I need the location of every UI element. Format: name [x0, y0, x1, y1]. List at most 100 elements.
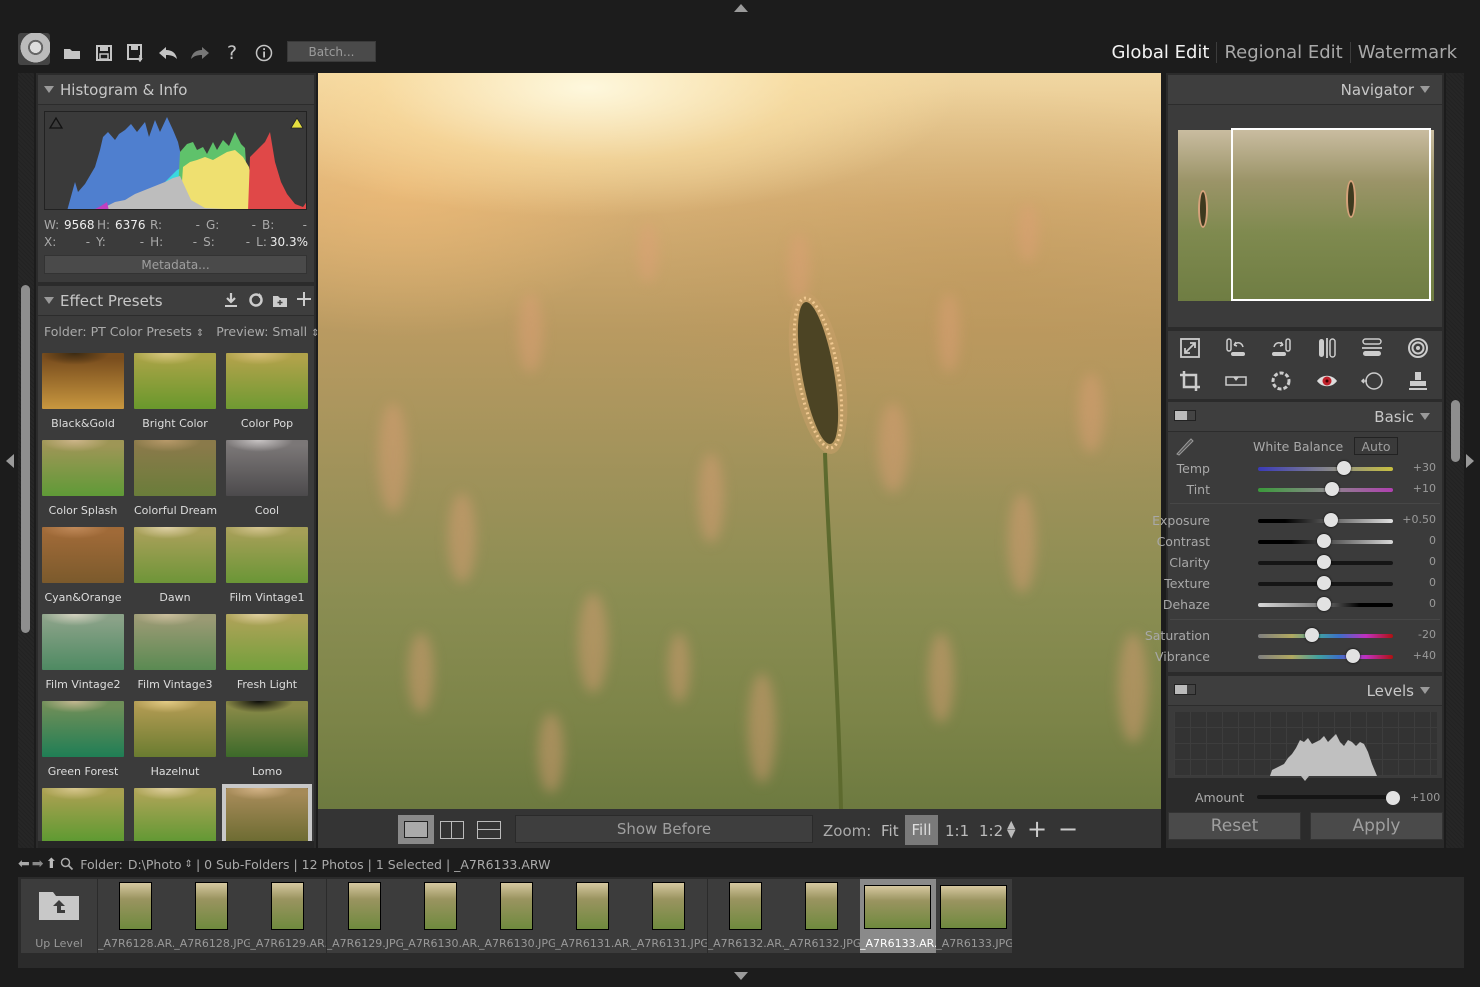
new-preset-folder-icon[interactable]: [272, 293, 288, 312]
navigator-viewport-rect[interactable]: [1231, 128, 1431, 301]
preset-tile[interactable]: Film Vintage2: [42, 614, 124, 691]
save-as-icon[interactable]: [125, 42, 147, 64]
batch-button[interactable]: Batch...: [287, 41, 376, 62]
slider-knob[interactable]: [1317, 555, 1332, 569]
undo-icon[interactable]: [157, 42, 179, 64]
preset-tile[interactable]: Hazelnut: [134, 701, 216, 778]
zoom-1-1-option[interactable]: 1:1: [945, 822, 969, 840]
collapse-top-arrow-icon[interactable]: [734, 4, 748, 12]
clone-stamp-tool-icon[interactable]: [1403, 368, 1433, 394]
refresh-presets-icon[interactable]: [248, 292, 264, 312]
preset-tile[interactable]: Black&Gold: [42, 353, 124, 430]
help-icon[interactable]: ?: [221, 42, 243, 64]
slider-knob[interactable]: [1345, 649, 1360, 663]
film-thumbnail-item[interactable]: _A7R6131.AR...: [555, 879, 632, 953]
preset-tile[interactable]: [42, 788, 124, 844]
split-vertical-view-button[interactable]: [440, 821, 464, 839]
add-preset-icon[interactable]: [296, 291, 312, 311]
auto-white-balance-button[interactable]: Auto: [1354, 437, 1398, 455]
slider-knob[interactable]: [1323, 513, 1338, 527]
basic-toggle-switch[interactable]: [1174, 410, 1196, 421]
amount-slider-knob[interactable]: [1386, 791, 1400, 805]
preset-tile[interactable]: [222, 784, 312, 848]
slider-knob[interactable]: [1317, 534, 1332, 548]
slider-knob[interactable]: [1317, 576, 1332, 590]
straighten-tool-icon[interactable]: [1221, 368, 1251, 394]
slider-knob[interactable]: [1325, 482, 1340, 496]
preset-tile[interactable]: Film Vintage3: [134, 614, 216, 691]
resize-tool-icon[interactable]: [1175, 335, 1205, 361]
preset-tile[interactable]: Film Vintage1: [226, 527, 308, 604]
right-panel-scrollbar[interactable]: [1451, 400, 1460, 462]
zoom-1-2-option[interactable]: 1:2: [979, 822, 1003, 840]
red-eye-tool-icon[interactable]: [1312, 368, 1342, 394]
preset-tile[interactable]: Cyan&Orange: [42, 527, 124, 604]
rotate-right-tool-icon[interactable]: [1266, 335, 1296, 361]
up-level-button[interactable]: Up Level: [21, 879, 97, 953]
preset-tile[interactable]: Dawn: [134, 527, 216, 604]
main-photo-canvas[interactable]: [318, 73, 1161, 809]
flip-horizontal-tool-icon[interactable]: [1312, 335, 1342, 361]
up-folder-arrow-icon[interactable]: ⬆: [45, 856, 57, 872]
collapse-right-arrow-icon[interactable]: [1466, 454, 1474, 468]
film-thumbnail-item[interactable]: _A7R6128.JPG: [174, 879, 251, 953]
navigator-header[interactable]: Navigator: [1168, 75, 1442, 105]
film-thumbnail-item[interactable]: _A7R6132.AR...: [707, 879, 784, 953]
noise-reduction-tool-icon[interactable]: [1266, 368, 1296, 394]
collapse-bottom-arrow-icon[interactable]: [734, 972, 748, 980]
preset-tile[interactable]: [134, 788, 216, 844]
save-icon[interactable]: [93, 42, 115, 64]
crop-tool-icon[interactable]: [1175, 368, 1205, 394]
zoom-stepper-icon[interactable]: ▲ ▼: [1007, 819, 1015, 839]
levels-toggle-switch[interactable]: [1174, 684, 1196, 695]
split-horizontal-view-button[interactable]: [477, 821, 501, 839]
preview-size-select[interactable]: Small: [272, 324, 307, 339]
collapse-left-arrow-icon[interactable]: [6, 454, 14, 468]
preset-tile[interactable]: Color Splash: [42, 440, 124, 517]
slider-track[interactable]: [1258, 655, 1393, 659]
film-thumbnail-item[interactable]: _A7R6131.JPG: [631, 879, 708, 953]
levels-panel-header[interactable]: Levels: [1168, 676, 1442, 706]
folder-path-select[interactable]: D:\Photo: [128, 857, 182, 872]
eyedropper-icon[interactable]: [1174, 434, 1196, 460]
tab-regional-edit[interactable]: Regional Edit: [1216, 42, 1349, 63]
film-thumbnail-item[interactable]: _A7R6129.AR...: [250, 879, 327, 953]
film-thumbnail-item[interactable]: _A7R6132.JPG: [783, 879, 860, 953]
zoom-out-icon[interactable]: −: [1058, 815, 1078, 843]
slider-knob[interactable]: [1305, 628, 1319, 642]
slider-knob[interactable]: [1317, 597, 1332, 611]
film-thumbnail-item[interactable]: _A7R6133.AR...: [860, 879, 936, 953]
slider-knob[interactable]: [1337, 461, 1352, 475]
histogram-panel-header[interactable]: Histogram & Info: [38, 75, 314, 105]
reset-button[interactable]: Reset: [1168, 812, 1301, 840]
zoom-in-icon[interactable]: +: [1027, 815, 1047, 843]
rotate-left-tool-icon[interactable]: [1221, 335, 1251, 361]
preset-tile[interactable]: Color Pop: [226, 353, 308, 430]
single-view-button[interactable]: [398, 815, 434, 844]
open-folder-icon[interactable]: [61, 42, 83, 64]
film-thumbnail-item[interactable]: _A7R6128.AR...: [98, 879, 174, 953]
redo-icon[interactable]: [189, 42, 211, 64]
zoom-fill-option[interactable]: Fill: [905, 815, 938, 845]
back-arrow-icon[interactable]: ⬅: [18, 856, 30, 872]
levels-midpoint-marker-icon[interactable]: [1301, 776, 1309, 781]
left-panel-scrollbar[interactable]: [21, 285, 30, 633]
forward-arrow-icon[interactable]: ➡: [32, 856, 44, 872]
apply-button[interactable]: Apply: [1310, 812, 1443, 840]
film-thumbnail-item[interactable]: _A7R6133.JPG: [936, 879, 1013, 953]
show-before-button[interactable]: Show Before: [515, 815, 813, 843]
preset-tile[interactable]: Lomo: [226, 701, 308, 778]
flip-vertical-tool-icon[interactable]: [1357, 335, 1387, 361]
search-icon[interactable]: [60, 857, 74, 871]
slider-track[interactable]: [1258, 634, 1393, 638]
tab-global-edit[interactable]: Global Edit: [1104, 42, 1216, 63]
preset-tile[interactable]: Cool: [226, 440, 308, 517]
preset-tile[interactable]: Bright Color: [134, 353, 216, 430]
amount-slider-track[interactable]: [1257, 795, 1393, 799]
import-preset-icon[interactable]: [223, 292, 239, 312]
lens-correction-tool-icon[interactable]: [1403, 335, 1433, 361]
tab-watermark[interactable]: Watermark: [1349, 42, 1464, 63]
metadata-button[interactable]: Metadata...: [44, 255, 307, 274]
zoom-fit-option[interactable]: Fit: [881, 822, 899, 840]
film-thumbnail-item[interactable]: _A7R6130.JPG: [479, 879, 555, 953]
